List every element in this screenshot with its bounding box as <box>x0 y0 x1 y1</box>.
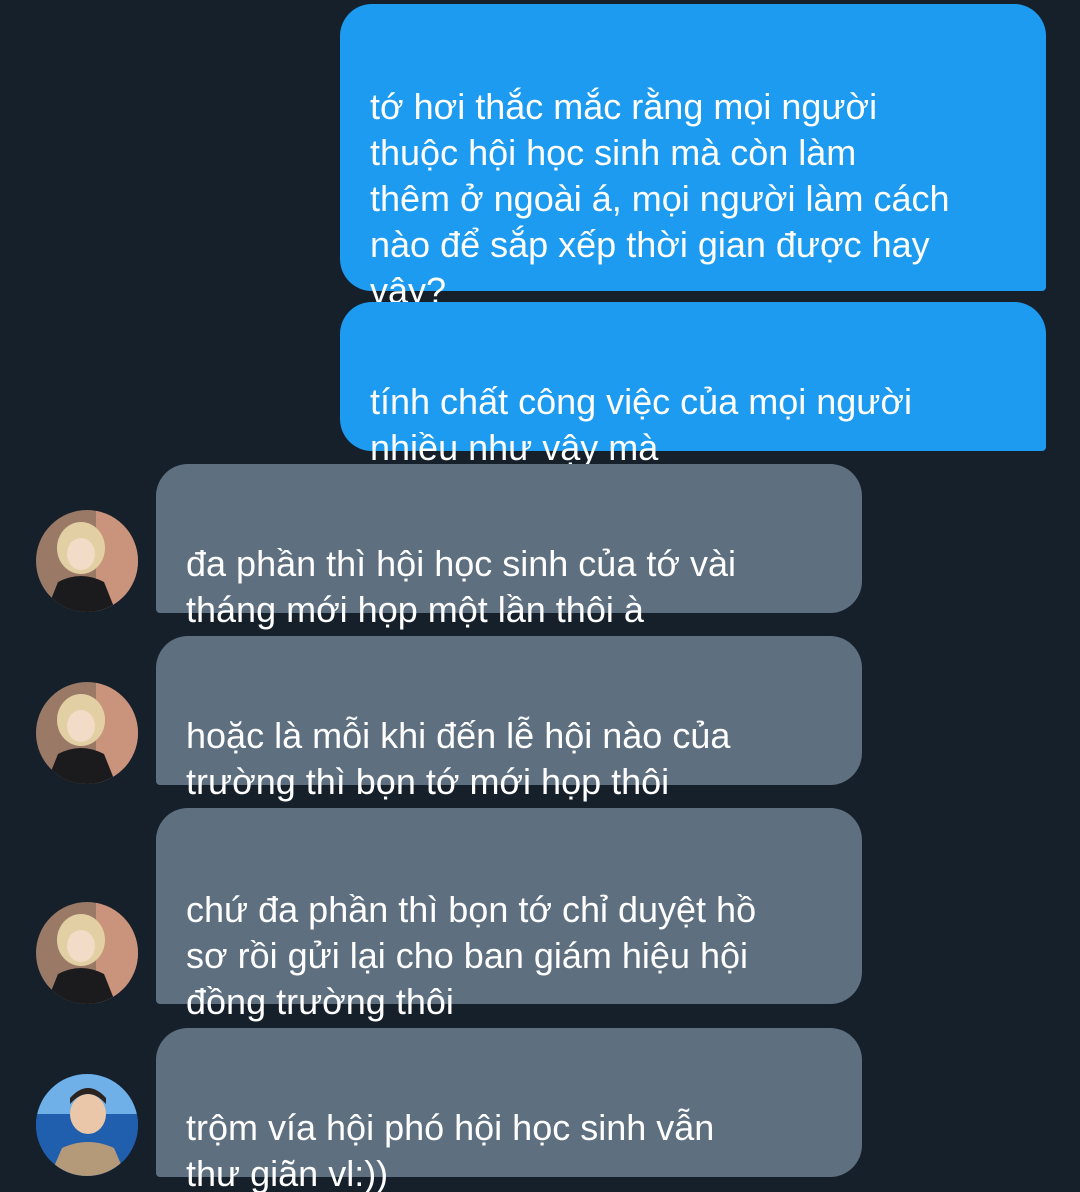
incoming-message-bubble[interactable]: trộm vía hội phó hội học sinh vẫn thư gi… <box>156 1028 862 1192</box>
blond-person-avatar[interactable] <box>36 510 138 612</box>
chat-conversation: tớ hơi thắc mắc rằng mọi người thuộc hội… <box>0 0 1080 1192</box>
incoming-message-bubble[interactable]: đa phần thì hội học sinh của tớ vài thán… <box>156 464 862 630</box>
blond-person-avatar[interactable] <box>36 682 138 784</box>
message-text: trộm vía hội phó hội học sinh vẫn thư gi… <box>186 1107 715 1192</box>
message-text: đa phần thì hội học sinh của tớ vài thán… <box>186 543 736 630</box>
ocean-person-avatar[interactable] <box>36 1074 138 1176</box>
message-text: hoặc là mỗi khi đến lễ hội nào của trườn… <box>186 715 731 802</box>
incoming-message-bubble[interactable]: hoặc là mỗi khi đến lễ hội nào của trườn… <box>156 636 862 802</box>
outgoing-message-bubble[interactable]: tính chất công việc của mọi người nhiều … <box>340 302 1046 468</box>
message-text: chứ đa phần thì bọn tớ chỉ duyệt hồ sơ r… <box>186 889 757 1022</box>
message-text: tính chất công việc của mọi người nhiều … <box>370 381 912 468</box>
incoming-message-bubble[interactable]: chứ đa phần thì bọn tớ chỉ duyệt hồ sơ r… <box>156 808 862 1022</box>
message-text: tớ hơi thắc mắc rằng mọi người thuộc hội… <box>370 86 950 311</box>
blond-person-avatar[interactable] <box>36 902 138 1004</box>
outgoing-message-bubble[interactable]: tớ hơi thắc mắc rằng mọi người thuộc hội… <box>340 4 1046 311</box>
